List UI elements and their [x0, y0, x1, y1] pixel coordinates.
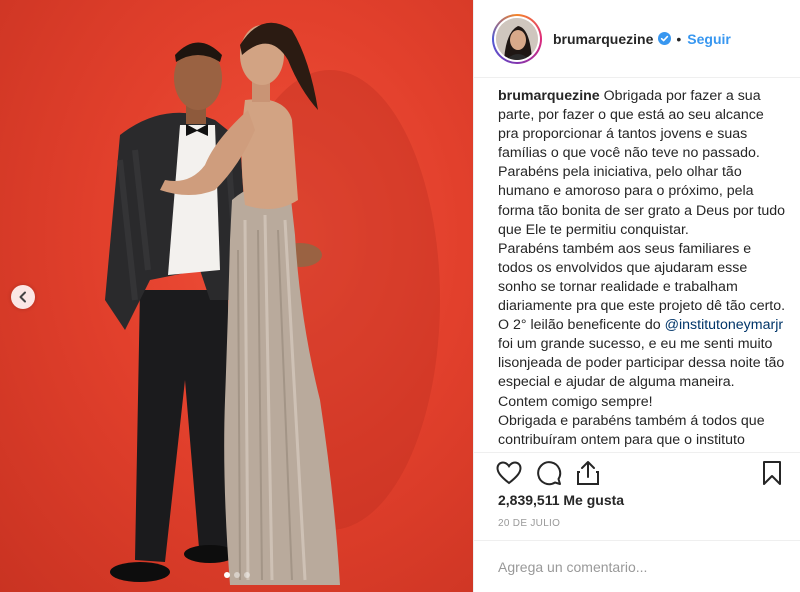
post-side-panel: brumarquezine • Seguir brumarquezine Obr…: [473, 0, 800, 592]
comment-input[interactable]: [498, 558, 778, 575]
verified-badge-icon: [658, 32, 672, 45]
likes-count[interactable]: 2,839,511 Me gusta: [498, 492, 624, 508]
caption-scroll-area[interactable]: brumarquezine Obrigada por fazer a sua p…: [474, 79, 800, 451]
comment-icon: [537, 460, 562, 485]
post-photo[interactable]: [0, 0, 473, 592]
avatar-image: [496, 17, 538, 60]
caption-body-continued: foi um grande sucesso, e eu me senti mui…: [498, 336, 785, 448]
share-button[interactable]: [576, 460, 600, 486]
caption-author-link[interactable]: brumarquezine: [498, 88, 600, 104]
post-header: brumarquezine • Seguir: [474, 0, 800, 78]
story-ring[interactable]: [492, 13, 542, 64]
comment-button[interactable]: [536, 460, 562, 486]
comment-bar: [474, 540, 800, 592]
caption-mention-link[interactable]: @institutoneymarjr: [665, 317, 783, 333]
carousel-dot: [243, 572, 250, 578]
photo-scene: [105, 22, 440, 585]
chevron-left-icon: [19, 291, 26, 303]
header-separator: •: [676, 30, 682, 47]
follow-button[interactable]: Seguir: [687, 31, 731, 47]
share-icon: [577, 460, 599, 485]
carousel-dot: [223, 572, 230, 578]
like-button[interactable]: [496, 460, 522, 485]
save-button[interactable]: [762, 460, 782, 486]
bookmark-icon: [763, 460, 781, 485]
heart-icon: [496, 460, 522, 484]
avatar-frame: [494, 15, 540, 62]
post-date[interactable]: 20 DE JULIO: [498, 518, 560, 529]
previous-slide-button[interactable]: [11, 285, 35, 309]
caption-text: brumarquezine Obrigada por fazer a sua p…: [498, 87, 786, 450]
carousel-indicator: [0, 572, 473, 578]
carousel-dot: [233, 572, 240, 578]
username-link[interactable]: brumarquezine: [553, 31, 653, 47]
action-bar: [474, 452, 800, 492]
caption-body: Obrigada por fazer a sua parte, por faze…: [498, 88, 786, 334]
avatar[interactable]: [496, 17, 538, 60]
